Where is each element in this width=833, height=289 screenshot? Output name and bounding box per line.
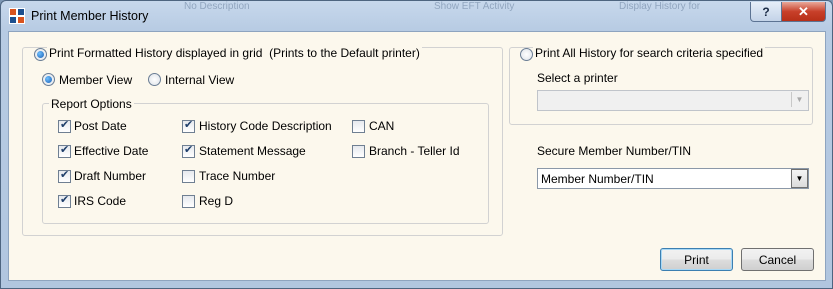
report-options-legend: Report Options bbox=[49, 97, 134, 111]
all-history-radio[interactable] bbox=[520, 48, 533, 61]
branch-teller-id-label: Branch - Teller Id bbox=[369, 144, 460, 158]
statement-message-checkbox[interactable] bbox=[182, 143, 195, 158]
background-ghost-text: Display History for bbox=[619, 1, 701, 12]
help-button[interactable]: ? bbox=[750, 2, 782, 22]
post-date-checkbox[interactable] bbox=[58, 118, 71, 133]
window-title: Print Member History bbox=[31, 9, 149, 23]
close-button[interactable]: ✕ bbox=[781, 2, 826, 22]
trace-number-label: Trace Number bbox=[199, 169, 276, 183]
all-history-label: Print All History for search criteria sp… bbox=[533, 46, 766, 60]
history-code-description-checkbox[interactable] bbox=[182, 118, 195, 133]
title-bar: Print Member History No Description Show… bbox=[1, 1, 832, 31]
can-checkbox[interactable] bbox=[352, 120, 365, 133]
print-member-history-dialog: Print Member History No Description Show… bbox=[0, 0, 833, 289]
secure-member-number-label: Secure Member Number/TIN bbox=[537, 144, 692, 158]
print-button[interactable]: Print bbox=[660, 248, 733, 271]
help-icon: ? bbox=[762, 4, 770, 19]
draft-number-checkbox[interactable] bbox=[58, 168, 71, 183]
cancel-button[interactable]: Cancel bbox=[741, 248, 814, 271]
draft-number-label: Draft Number bbox=[74, 169, 147, 183]
history-code-description-label: History Code Description bbox=[199, 119, 332, 133]
irs-code-checkbox[interactable] bbox=[58, 193, 71, 208]
member-view-label: Member View bbox=[59, 73, 133, 87]
internal-view-label: Internal View bbox=[165, 73, 235, 87]
background-ghost-text: No Description bbox=[184, 1, 250, 12]
app-logo-icon bbox=[9, 8, 25, 24]
select-printer-label: Select a printer bbox=[537, 71, 618, 85]
post-date-label: Post Date bbox=[74, 119, 127, 133]
chevron-down-icon: ▼ bbox=[791, 92, 807, 107]
formatted-history-radio[interactable] bbox=[34, 48, 47, 61]
reg-d-label: Reg D bbox=[199, 194, 234, 208]
background-ghost-text: Show EFT Activity bbox=[434, 1, 515, 12]
branch-teller-id-checkbox[interactable] bbox=[352, 145, 365, 158]
formatted-history-label: Print Formatted History displayed in gri… bbox=[47, 46, 422, 60]
trace-number-checkbox[interactable] bbox=[182, 170, 195, 183]
internal-view-radio[interactable] bbox=[148, 73, 161, 86]
can-label: CAN bbox=[369, 119, 395, 133]
close-icon: ✕ bbox=[798, 3, 809, 19]
irs-code-label: IRS Code bbox=[74, 194, 127, 208]
member-view-radio[interactable] bbox=[42, 73, 55, 86]
reg-d-checkbox[interactable] bbox=[182, 195, 195, 208]
dialog-body: Print Formatted History displayed in gri… bbox=[8, 31, 826, 281]
printer-select[interactable]: ▼ bbox=[537, 90, 809, 111]
secure-member-number-select[interactable]: Member Number/TIN ▼ bbox=[537, 168, 809, 189]
statement-message-label: Statement Message bbox=[199, 144, 306, 158]
chevron-down-icon: ▼ bbox=[791, 169, 808, 188]
effective-date-checkbox[interactable] bbox=[58, 143, 71, 158]
effective-date-label: Effective Date bbox=[74, 144, 149, 158]
default-printer-note: (Prints to the Default printer) bbox=[269, 46, 420, 60]
